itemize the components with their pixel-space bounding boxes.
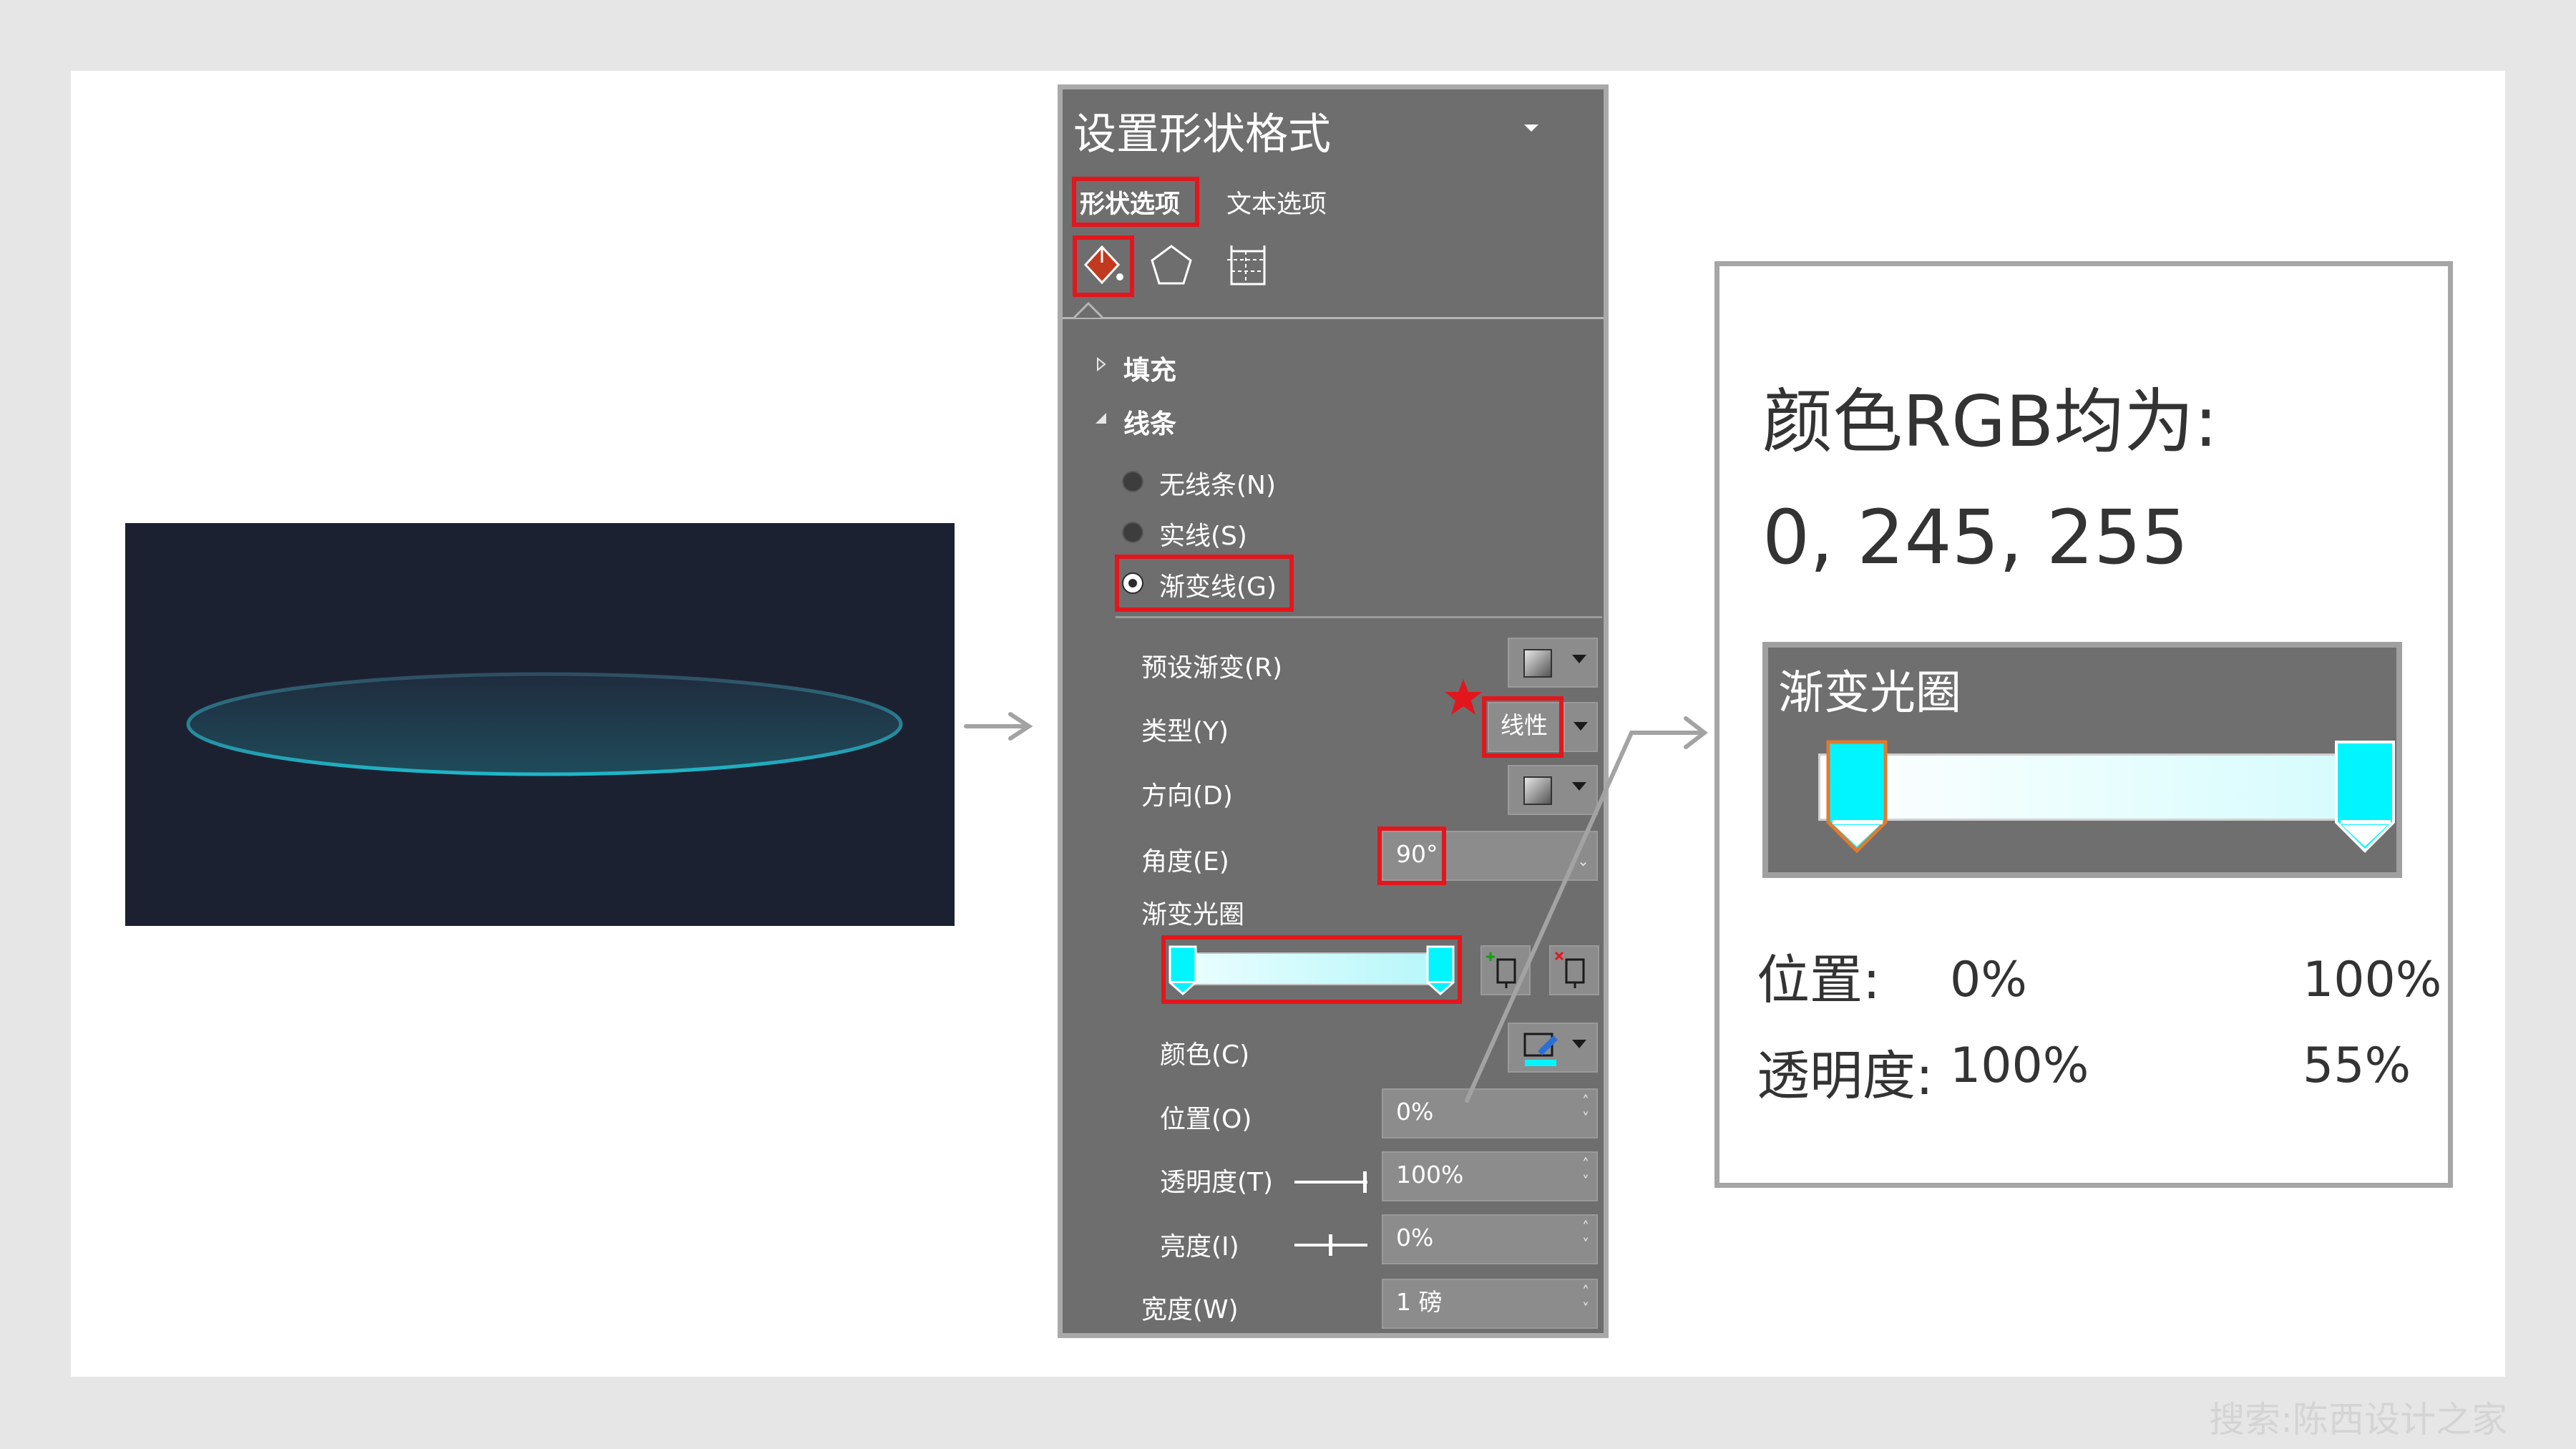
stop1-position: 0% [1950,952,2027,1008]
gradient-stops-zoom-panel: 渐变光圈 [1762,642,2402,878]
brightness-slider[interactable] [1294,1234,1369,1256]
line-divider [1116,616,1602,618]
info-callout: 颜色RGB均为: 0, 245, 255 渐变光圈 位置: 0% 100% 透明… [1714,261,2453,1188]
label-position: 位置(O) [1160,1105,1252,1134]
dropdown-icon[interactable] [1521,121,1542,138]
stop1-transparency: 100% [1950,1038,2089,1094]
tab-divider [1063,317,1604,319]
label-solid-line: 实线(S) [1159,522,1247,551]
label-gradient-stops: 渐变光圈 [1141,900,1245,930]
section-line[interactable]: 线条 [1123,402,1176,441]
label-width: 宽度(W) [1141,1295,1239,1324]
label-angle: 角度(E) [1141,847,1229,877]
panel-title: 渐变光圈 [1778,667,1961,720]
zoom-gradient-bar [1818,753,2348,821]
radio-solid-line[interactable] [1122,522,1143,543]
arrow-to-pane [963,710,1035,743]
width-value: 1 磅 [1396,1288,1443,1316]
label-transparency: 透明度(T) [1160,1168,1274,1197]
collapse-line-icon[interactable] [1093,411,1109,429]
transparency-slider[interactable] [1294,1171,1369,1193]
label-brightness: 亮度(I) [1160,1232,1239,1262]
transparency-spin-icon[interactable]: ˄ ˅ [1582,1156,1589,1190]
brightness-input[interactable]: 0% ˄ ˅ [1382,1214,1598,1264]
highlight-shape-options [1072,177,1199,227]
highlight-angle [1377,826,1446,885]
connector-arrow [1453,708,1710,1112]
width-spin-icon[interactable]: ˄ ˅ [1582,1283,1589,1317]
label-color: 颜色(C) [1160,1040,1250,1070]
watermark: 搜索:陈西设计之家 [2209,1399,2507,1440]
stop2-position: 100% [2303,952,2442,1008]
radio-no-line[interactable] [1122,471,1143,492]
label-no-line: 无线条(N) [1159,471,1277,500]
tab-text-options[interactable]: 文本选项 [1226,184,1327,220]
stop2-transparency: 55% [2303,1038,2411,1094]
highlight-fill-icon [1073,235,1134,297]
preset-gradient-dropdown[interactable] [1508,638,1598,688]
tab-pointer [1073,301,1104,321]
label-direction: 方向(D) [1141,781,1233,811]
label-type: 类型(Y) [1141,717,1229,746]
position-label: 位置: [1757,950,1880,1011]
zoom-stop-1[interactable] [1825,739,1890,864]
highlight-gradient-line [1115,555,1294,612]
info-heading: 颜色RGB均为: [1762,381,2218,463]
info-rgb: 0, 245, 255 [1762,494,2189,581]
highlight-gradient-stops [1161,935,1462,1004]
brightness-value: 0% [1396,1224,1434,1252]
preview-canvas [125,523,955,926]
brightness-spin-icon[interactable]: ˄ ˅ [1582,1219,1589,1253]
transparency-value: 100% [1396,1161,1464,1189]
pane-title: 设置形状格式 [1073,109,1331,160]
transparency-label: 透明度: [1757,1045,1933,1107]
effects-pentagon-icon[interactable] [1148,243,1194,291]
width-input[interactable]: 1 磅 ˄ ˅ [1382,1279,1598,1329]
size-properties-icon[interactable] [1224,243,1270,291]
label-preset-gradient: 预设渐变(R) [1141,653,1283,683]
expand-fill-icon[interactable] [1096,356,1107,375]
section-fill[interactable]: 填充 [1123,348,1176,387]
ellipse-preview [186,672,903,776]
position-value: 0% [1396,1098,1434,1126]
zoom-stop-2[interactable] [2333,739,2398,864]
transparency-input[interactable]: 100% ˄ ˅ [1382,1151,1598,1201]
ellipse-shape[interactable] [186,672,903,776]
